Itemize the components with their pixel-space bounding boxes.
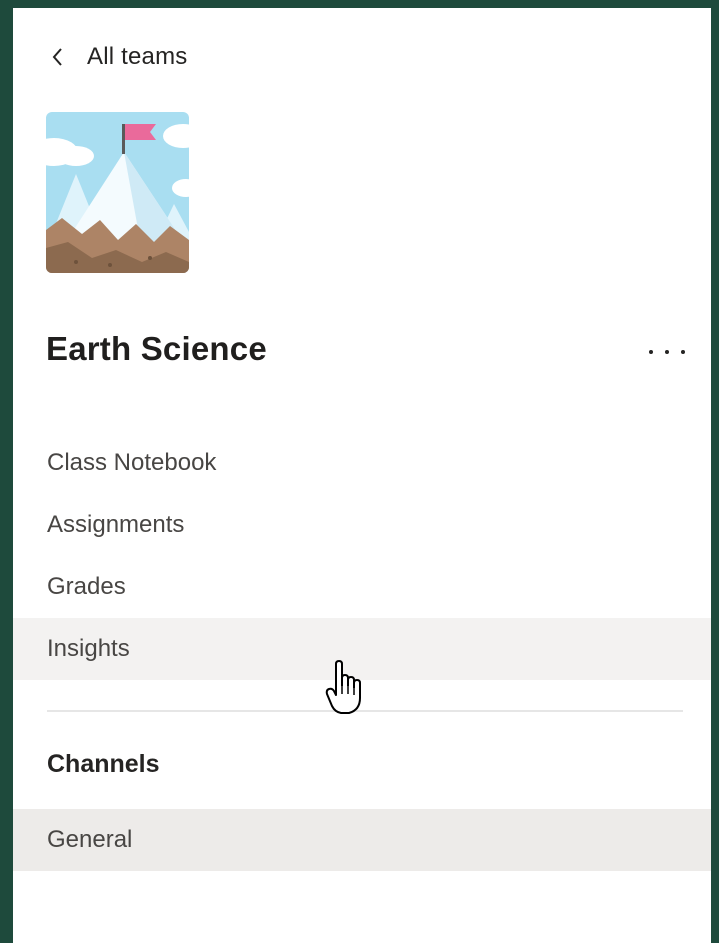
team-title: Earth Science: [46, 330, 267, 367]
team-sidebar-panel: All teams Earth Science Class Notebook A…: [13, 8, 711, 943]
hand-pointer-cursor-icon: [325, 660, 361, 714]
channel-item-general[interactable]: General: [13, 809, 711, 871]
chevron-left-icon: [52, 48, 62, 66]
tab-label: Class Notebook: [47, 449, 217, 476]
team-avatar: [46, 112, 189, 273]
more-dot-icon: [681, 350, 685, 354]
more-dot-icon: [665, 350, 669, 354]
mountain-flag-icon: [46, 112, 189, 273]
tab-label: Grades: [47, 573, 126, 600]
back-to-all-teams-link[interactable]: All teams: [49, 32, 188, 82]
channel-label: General: [47, 826, 133, 853]
back-label: All teams: [87, 43, 188, 70]
tab-label: Insights: [47, 635, 130, 662]
tab-class-notebook[interactable]: Class Notebook: [13, 432, 711, 494]
tab-assignments[interactable]: Assignments: [13, 494, 711, 556]
more-options-button[interactable]: [649, 338, 685, 366]
channels-heading: Channels: [47, 750, 160, 778]
more-dot-icon: [649, 350, 653, 354]
tab-grades[interactable]: Grades: [13, 556, 711, 618]
tab-label: Assignments: [47, 511, 185, 538]
